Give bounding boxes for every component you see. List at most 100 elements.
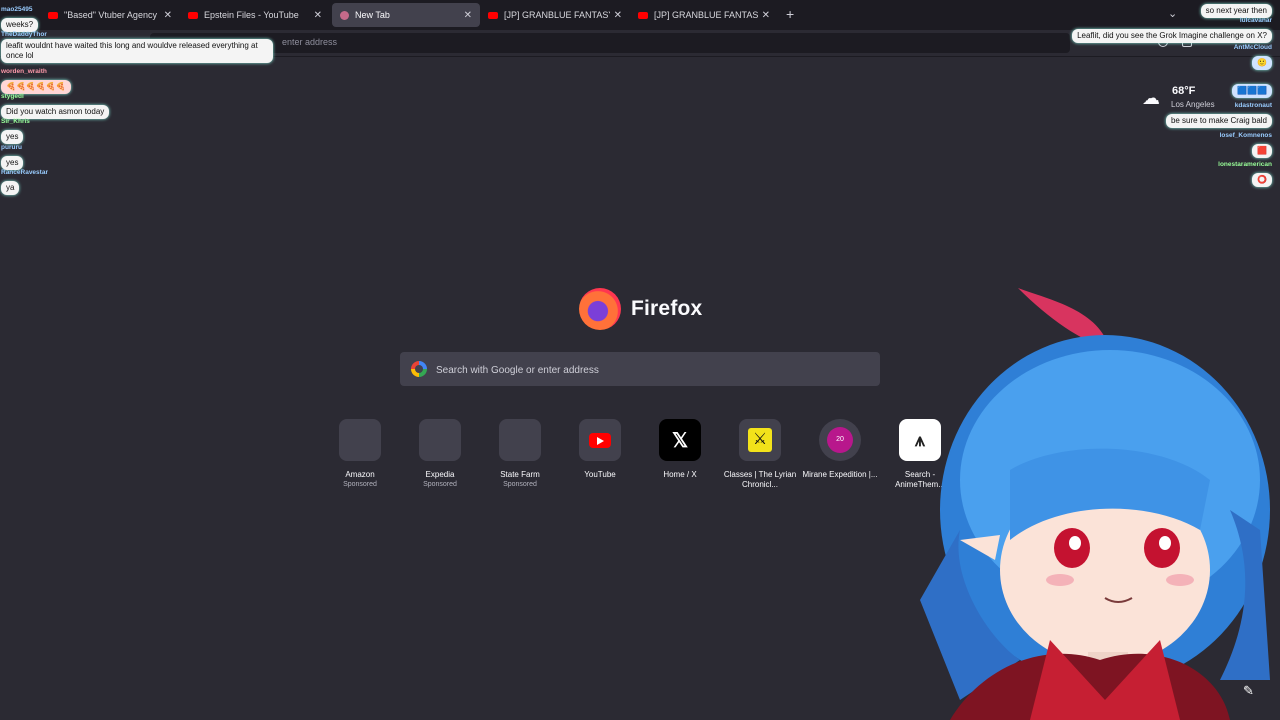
x-logo-icon: 𝕏 — [671, 429, 689, 452]
shortcut-tile[interactable] — [579, 419, 621, 461]
tab-title: [JP] GRANBLUE FANTASY: Relink — [504, 10, 610, 20]
url-bar[interactable]: enter address — [150, 33, 1070, 53]
chat-text: yes — [1, 130, 24, 144]
chat-message: Sir_Khris yes — [1, 118, 30, 144]
emote-bubble: 🟥 — [1252, 144, 1272, 158]
chat-message: stygedl Did you watch asmon today — [1, 93, 110, 119]
weather-temp: 68°F — [1172, 85, 1196, 97]
emote-bubble: 🟦🟦🟦 — [1232, 84, 1272, 98]
close-tab-icon[interactable]: ✕ — [464, 10, 472, 21]
chat-username: AntMcCloud — [1233, 44, 1272, 51]
shortcut-name: Mirane Expedition |... — [802, 470, 878, 479]
firefox-brand: Firefox — [579, 288, 702, 330]
shortcut-name: Expedia — [425, 470, 455, 479]
youtube-icon — [48, 11, 58, 19]
chat-message: kdastronaut be sure to make Craig bald — [1165, 102, 1272, 128]
chat-message: AntMcCloud 🙂 — [1234, 44, 1272, 70]
chat-text: leafit wouldnt have waited this long and… — [1, 39, 273, 63]
chat-username: lulcavanar — [1239, 17, 1272, 24]
chat-message: 🟦🟦🟦 — [1232, 80, 1272, 98]
tab-title: [JP] GRANBLUE FANTASY: Relink — [654, 10, 758, 20]
shortcut-tile[interactable] — [339, 419, 381, 461]
youtube-icon — [589, 432, 611, 448]
chat-message: pururu yes — [1, 144, 24, 170]
chat-text: 🍕🍕🍕🍕🍕🍕 — [1, 80, 71, 94]
chat-username: losef_Komnenos — [1219, 132, 1272, 139]
tab-title: "Based" Vtuber Agency Bends K — [64, 10, 160, 20]
chat-username: TheDaddyThor — [1, 31, 47, 38]
close-tab-icon[interactable]: ✕ — [164, 10, 172, 21]
youtube-icon — [188, 11, 198, 19]
shortcut-name: Classes | The Lyrian Chronicl... — [723, 470, 797, 489]
tab-title: Epstein Files - YouTube — [204, 10, 299, 20]
vtuber-avatar — [920, 288, 1270, 720]
shortcut-tile[interactable]: ⚔ — [739, 419, 781, 461]
shortcut-name: YouTube — [584, 470, 616, 479]
url-bar-text: enter address — [282, 37, 338, 47]
search-box[interactable] — [400, 352, 880, 388]
chat-text: weeks? — [1, 18, 39, 32]
shortcut-mirane-expedition[interactable]: 20 Mirane Expedition |... — [800, 419, 880, 480]
chat-text: so next year then — [1200, 4, 1272, 18]
shortcut-lyrian-chronicles[interactable]: ⚔ Classes | The Lyrian Chronicl... — [720, 419, 800, 490]
youtube-icon — [638, 11, 648, 19]
chat-message: TheDaddyThor leafit wouldnt have waited … — [1, 31, 273, 63]
chat-message: lulcavanar Leaflit, did you see the Grok… — [1072, 17, 1272, 43]
shortcut-tile[interactable]: 𝕏 — [659, 419, 701, 461]
chat-username: RanceRavestar — [1, 169, 48, 176]
sponsored-label: Sponsored — [503, 481, 537, 488]
shortcut-amazon[interactable]: Amazon Sponsored — [320, 419, 400, 488]
tab-4[interactable]: [JP] GRANBLUE FANTASY: Relink ✕ — [480, 3, 630, 27]
shortcut-name: Amazon — [345, 470, 375, 479]
cloud-sun-icon: ☁ — [1142, 88, 1160, 108]
close-tab-icon[interactable]: ✕ — [762, 10, 770, 21]
firefox-logo-icon — [579, 288, 621, 330]
chat-username: mao25495 — [1, 6, 33, 13]
sponsored-label: Sponsored — [423, 481, 457, 488]
chat-message: losef_Komnenos 🟥 — [1220, 132, 1272, 158]
shortcut-name: State Farm — [500, 470, 540, 479]
brand-name: Firefox — [631, 297, 703, 320]
shortcut-expedia[interactable]: Expedia Sponsored — [400, 419, 480, 488]
chat-message: worden_wraith 🍕🍕🍕🍕🍕🍕 — [1, 68, 71, 94]
chat-text: Leaflit, did you see the Grok Imagine ch… — [1072, 29, 1272, 43]
close-tab-icon[interactable]: ✕ — [614, 10, 622, 21]
chat-message: mao25495 weeks? — [1, 6, 39, 32]
tab-2[interactable]: Epstein Files - YouTube ✕ — [180, 3, 330, 27]
tab-5[interactable]: [JP] GRANBLUE FANTASY: Relink ✕ — [630, 3, 778, 27]
chat-text: yes — [1, 156, 24, 170]
chat-username: stygedl — [1, 93, 24, 100]
new-tab-button[interactable]: + — [786, 6, 794, 22]
search-input[interactable] — [434, 352, 868, 388]
chat-text: ya — [1, 181, 20, 195]
chat-text: be sure to make Craig bald — [1165, 114, 1272, 128]
chat-username: Sir_Khris — [1, 118, 30, 125]
emote-bubble: 🙂 — [1252, 56, 1272, 70]
shortcut-tile[interactable] — [499, 419, 541, 461]
chat-message: lonestaramerican ⭕ — [1218, 161, 1272, 187]
tab-3[interactable]: New Tab ✕ — [332, 3, 480, 27]
chat-username: pururu — [1, 144, 22, 151]
shortcut-tile[interactable] — [419, 419, 461, 461]
chat-username: kdastronaut — [1234, 102, 1272, 109]
chat-username: worden_wraith — [1, 68, 47, 75]
chat-username: lonestaramerican — [1218, 161, 1272, 168]
tab-1[interactable]: "Based" Vtuber Agency Bends K ✕ — [40, 3, 180, 27]
tab-title: New Tab — [355, 10, 390, 20]
sponsored-label: Sponsored — [343, 481, 377, 488]
shortcut-x[interactable]: 𝕏 Home / X — [640, 419, 720, 480]
chat-text: Did you watch asmon today — [1, 105, 110, 119]
shortcut-state-farm[interactable]: State Farm Sponsored — [480, 419, 560, 488]
chat-message: so next year then — [1200, 0, 1272, 18]
edit-pencil-icon[interactable]: ✎ — [1243, 683, 1254, 699]
emote-bubble: ⭕ — [1252, 173, 1272, 187]
shortcut-name: Home / X — [663, 470, 697, 479]
youtube-icon — [488, 11, 498, 19]
close-tab-icon[interactable]: ✕ — [314, 10, 322, 21]
shortcut-youtube[interactable]: YouTube — [560, 419, 640, 480]
google-icon — [411, 361, 427, 377]
chat-message: RanceRavestar ya — [1, 169, 48, 195]
shortcut-tile[interactable]: 20 — [819, 419, 861, 461]
firefox-icon — [340, 10, 349, 20]
crossed-swords-icon: ⚔ — [748, 428, 772, 452]
